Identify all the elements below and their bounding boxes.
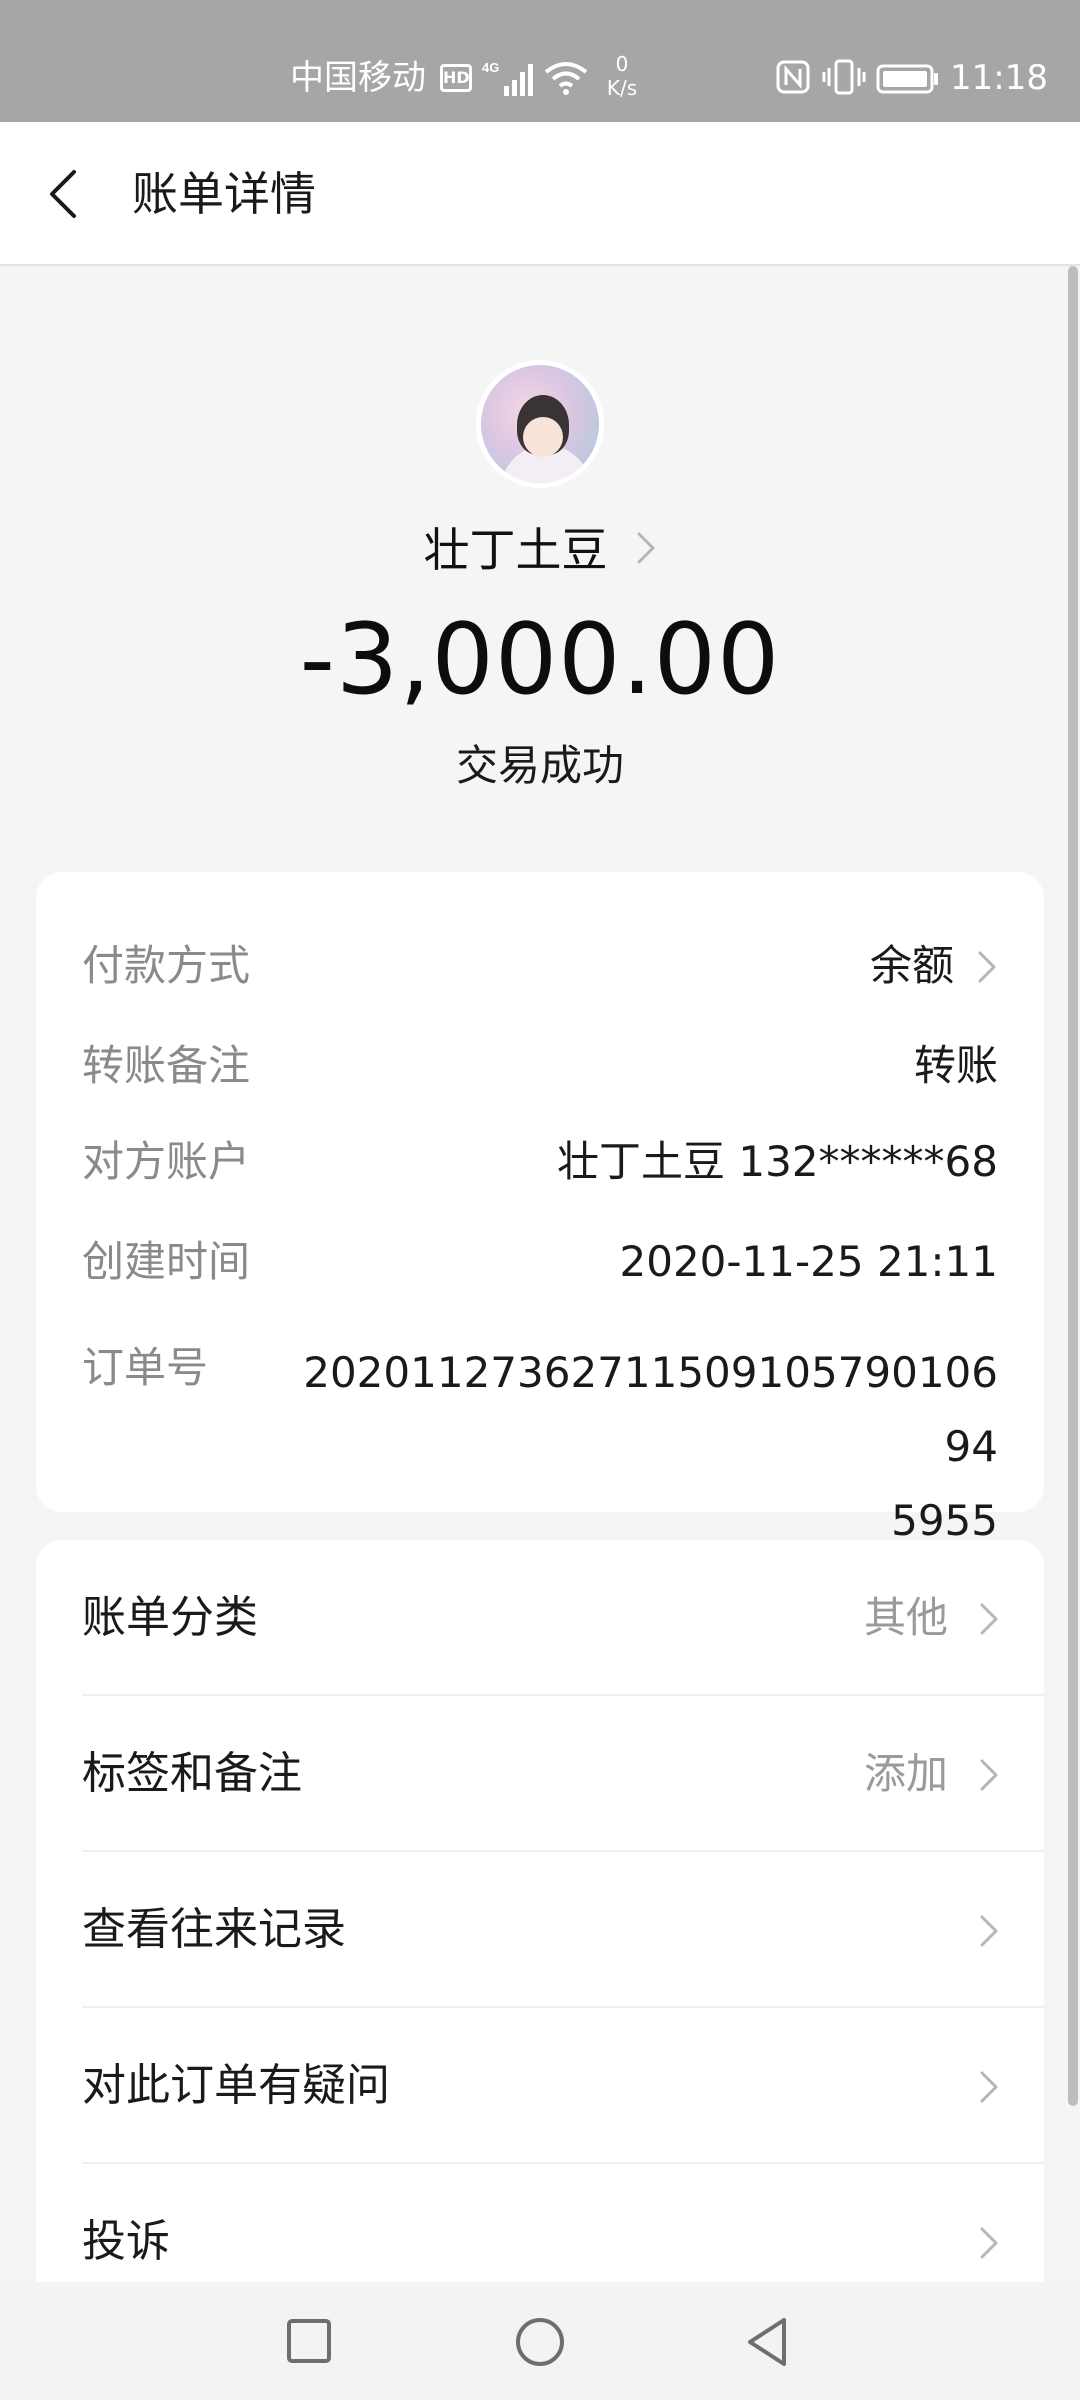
square-icon bbox=[287, 2319, 331, 2363]
chevron-right-icon bbox=[978, 1912, 1000, 1954]
transaction-amount: -3,000.00 bbox=[299, 603, 781, 717]
created-time-label: 创建时间 bbox=[82, 1237, 251, 1286]
actions-card: 账单分类 其他 标签和备注 添加 查看往来记录 对此订单有疑问 投诉 bbox=[36, 1540, 1044, 2300]
order-number-row: 订单号 20201127362711509105790106 94 5955 bbox=[82, 1336, 998, 1545]
payee-name: 壮丁土豆 bbox=[423, 523, 608, 577]
carrier-name: 中国移动 bbox=[290, 58, 426, 98]
order-question-label: 对此订单有疑问 bbox=[82, 2060, 390, 2111]
transfer-note-label: 转账备注 bbox=[82, 1041, 251, 1090]
avatar-face-shape bbox=[523, 417, 563, 457]
order-question-item[interactable]: 对此订单有疑问 bbox=[36, 2008, 1044, 2164]
order-number-label: 订单号 bbox=[82, 1343, 209, 1392]
chevron-right-icon bbox=[635, 528, 657, 572]
payment-method-value: 余额 bbox=[869, 941, 954, 990]
header-bar: 账单详情 bbox=[0, 122, 1080, 266]
bill-category-label: 账单分类 bbox=[82, 1592, 258, 1643]
transfer-note-value: 转账 bbox=[913, 1041, 998, 1090]
tags-notes-value: 添加 bbox=[863, 1749, 948, 1798]
view-history-item[interactable]: 查看往来记录 bbox=[36, 1852, 1044, 2008]
payment-method-row[interactable]: 付款方式 余额 bbox=[82, 934, 998, 998]
page-title: 账单详情 bbox=[132, 167, 316, 221]
battery-icon bbox=[876, 64, 940, 98]
chevron-right-icon bbox=[978, 2068, 1000, 2110]
network-speed-value: 0 bbox=[615, 52, 629, 76]
created-time-value: 2020-11-25 21:11 bbox=[619, 1237, 998, 1286]
counterparty-row: 对方账户 壮丁土豆 132******68 bbox=[82, 1130, 998, 1194]
details-card: 付款方式 余额 转账备注 转账 对方账户 壮丁土豆 132******68 创建… bbox=[36, 872, 1044, 1545]
nav-back-button[interactable] bbox=[740, 2314, 796, 2374]
chevron-right-icon bbox=[978, 1600, 1000, 1642]
chevron-left-icon bbox=[50, 170, 76, 218]
circle-icon bbox=[516, 2318, 564, 2366]
tags-notes-item[interactable]: 标签和备注 添加 bbox=[36, 1696, 1044, 1852]
back-button[interactable] bbox=[30, 158, 102, 230]
payment-method-label: 付款方式 bbox=[82, 941, 251, 990]
transaction-status: 交易成功 bbox=[455, 741, 624, 790]
complaint-label: 投诉 bbox=[82, 2216, 170, 2267]
signal-icon: 4G bbox=[482, 58, 538, 102]
order-number-line-1: 20201127362711509105790106 94 bbox=[303, 1348, 998, 1471]
hd-badge: HD bbox=[440, 64, 472, 92]
counterparty-value: 壮丁土豆 132******68 bbox=[557, 1137, 998, 1186]
network-speed: 0 K/s bbox=[600, 52, 644, 100]
nfc-icon bbox=[776, 60, 810, 98]
chevron-right-icon bbox=[978, 2224, 1000, 2266]
chevron-right-icon bbox=[978, 1756, 1000, 1798]
avatar[interactable] bbox=[476, 360, 604, 488]
system-nav-bar bbox=[0, 2282, 1080, 2400]
network-speed-unit: K/s bbox=[606, 76, 638, 100]
tags-notes-label: 标签和备注 bbox=[82, 1748, 302, 1799]
vibrate-icon bbox=[822, 58, 866, 100]
counterparty-label: 对方账户 bbox=[82, 1137, 251, 1186]
payee-link[interactable]: 壮丁土豆 bbox=[0, 510, 1080, 590]
clock-time: 11:18 bbox=[950, 58, 1048, 98]
bill-category-item[interactable]: 账单分类 其他 bbox=[36, 1540, 1044, 1696]
status-bar: 中国移动 HD 4G 0 K/s 11:18 bbox=[0, 0, 1080, 122]
created-time-row: 创建时间 2020-11-25 21:11 bbox=[82, 1230, 998, 1294]
order-number-value: 20201127362711509105790106 94 5955 bbox=[278, 1336, 998, 1558]
chevron-right-icon bbox=[976, 948, 998, 990]
bill-category-value: 其他 bbox=[863, 1593, 948, 1642]
view-history-label: 查看往来记录 bbox=[82, 1904, 346, 1955]
home-button[interactable] bbox=[512, 2314, 568, 2374]
transfer-note-row: 转账备注 转账 bbox=[82, 1034, 998, 1098]
recent-apps-button[interactable] bbox=[284, 2316, 334, 2370]
svg-text:4G: 4G bbox=[482, 60, 499, 75]
triangle-back-icon bbox=[748, 2318, 786, 2366]
wifi-icon bbox=[544, 60, 588, 100]
